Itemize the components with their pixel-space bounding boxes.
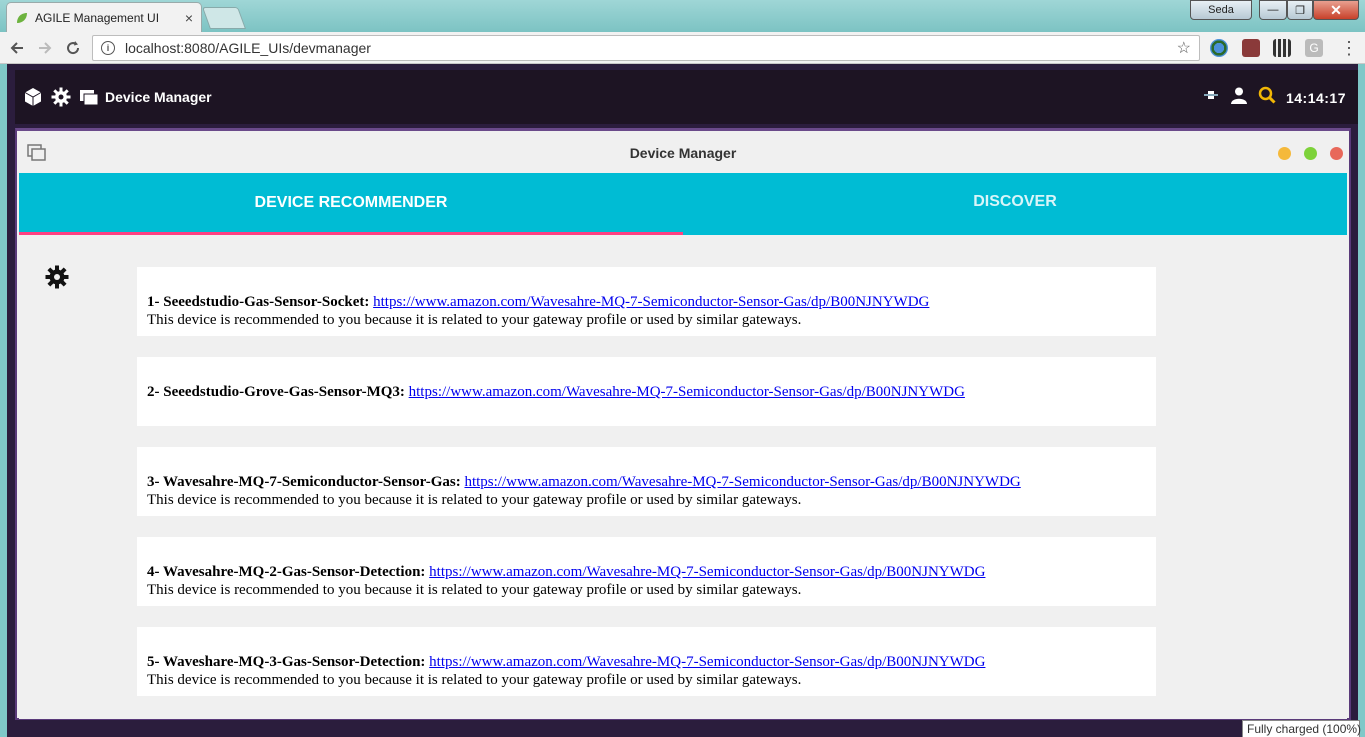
recommendation-reason: This device is recommended to you becaus… [147, 492, 802, 508]
close-icon: ✕ [1330, 1, 1342, 18]
window-icon [27, 144, 46, 161]
user-icon[interactable] [1230, 86, 1248, 109]
window-title: Device Manager [629, 145, 737, 161]
user-badge-label: Seda [1208, 4, 1234, 16]
device-name: 2- Seeedstudio-Grove-Gas-Sensor-MQ3: [147, 384, 405, 400]
globe-extension-icon[interactable] [1210, 39, 1228, 57]
maximize-icon: ❐ [1295, 4, 1305, 17]
tab-label: DISCOVER [973, 193, 1057, 210]
leaf-icon [17, 12, 27, 23]
info-icon[interactable]: i [101, 41, 115, 55]
window-header[interactable]: Device Manager [17, 131, 1349, 175]
gear-icon[interactable] [51, 87, 71, 107]
recommendation-card: 2- Seeedstudio-Grove-Gas-Sensor-MQ3: htt… [137, 357, 1156, 426]
minimize-button[interactable]: — [1259, 0, 1287, 20]
device-name: 4- Wavesahre-MQ-2-Gas-Sensor-Detection: [147, 564, 426, 580]
back-arrow-icon[interactable] [6, 37, 28, 59]
recommender-content: 1- Seeedstudio-Gas-Sensor-Socket: https:… [19, 235, 1347, 719]
close-dot-icon[interactable] [1330, 147, 1343, 160]
tab-discover[interactable]: DISCOVER [683, 173, 1347, 235]
address-url: localhost:8080/AGILE_UIs/devmanager [125, 40, 371, 56]
recommendation-card: 1- Seeedstudio-Gas-Sensor-Socket: https:… [137, 267, 1156, 336]
network-icon[interactable] [1202, 86, 1220, 109]
topbar-status: 14:14:17 [1202, 86, 1346, 109]
recommendation-reason: This device is recommended to you becaus… [147, 582, 802, 598]
reload-icon[interactable] [62, 37, 84, 59]
recommendation-card: 4- Wavesahre-MQ-2-Gas-Sensor-Detection: … [137, 537, 1156, 606]
forward-arrow-icon[interactable] [34, 37, 56, 59]
device-link[interactable]: https://www.amazon.com/Wavesahre-MQ-7-Se… [409, 384, 965, 400]
minimize-icon: — [1267, 4, 1279, 16]
battery-tooltip: Fully charged (100%) [1242, 720, 1361, 737]
browser-toolbar: i localhost:8080/AGILE_UIs/devmanager ☆ … [0, 32, 1365, 64]
tab-device-recommender[interactable]: DEVICE RECOMMENDER [19, 173, 683, 235]
maximize-button[interactable]: ❐ [1287, 0, 1313, 20]
user-badge[interactable]: Seda [1190, 0, 1252, 20]
recommendation-card: 5- Waveshare-MQ-3-Gas-Sensor-Detection: … [137, 627, 1156, 696]
maximize-dot-icon[interactable] [1304, 147, 1317, 160]
browser-titlebar: AGILE Management UI × Seda — ❐ ✕ [0, 0, 1365, 32]
tab-close-icon[interactable]: × [185, 10, 193, 26]
device-manager-window: Device Manager DEVICE RECOMMENDER DISCOV… [15, 128, 1351, 720]
address-bar[interactable]: i localhost:8080/AGILE_UIs/devmanager ☆ [92, 35, 1200, 61]
device-name: 3- Wavesahre-MQ-7-Semiconductor-Sensor-G… [147, 474, 461, 490]
device-link[interactable]: https://www.amazon.com/Wavesahre-MQ-7-Se… [429, 654, 985, 670]
new-tab-button[interactable] [201, 7, 247, 29]
device-link[interactable]: https://www.amazon.com/Wavesahre-MQ-7-Se… [429, 564, 985, 580]
device-link[interactable]: https://www.amazon.com/Wavesahre-MQ-7-Se… [373, 294, 929, 310]
g-extension-icon[interactable]: G [1305, 39, 1323, 57]
settings-icon[interactable] [45, 265, 69, 289]
tab-title: AGILE Management UI [35, 10, 160, 25]
app-topbar: Device Manager 14:14:17 [15, 70, 1358, 124]
flag-extension-icon[interactable] [1242, 39, 1260, 57]
recommendation-reason: This device is recommended to you becaus… [147, 312, 802, 328]
cube-icon[interactable] [23, 87, 43, 107]
app-title: Device Manager [105, 89, 212, 105]
film-extension-icon[interactable] [1273, 39, 1291, 57]
devices-icon[interactable] [79, 87, 99, 107]
browser-menu-icon[interactable]: ⋮ [1340, 38, 1358, 58]
device-name: 5- Waveshare-MQ-3-Gas-Sensor-Detection: [147, 654, 426, 670]
close-window-button[interactable]: ✕ [1313, 0, 1359, 20]
clock: 14:14:17 [1285, 89, 1346, 106]
window-controls [1278, 147, 1343, 160]
tab-bar: DEVICE RECOMMENDER DISCOVER [19, 173, 1347, 235]
device-link[interactable]: https://www.amazon.com/Wavesahre-MQ-7-Se… [464, 474, 1020, 490]
tab-label: DEVICE RECOMMENDER [254, 193, 448, 211]
browser-tab[interactable]: AGILE Management UI × [6, 2, 202, 32]
recommendation-reason: This device is recommended to you becaus… [147, 672, 802, 688]
recommendation-card: 3- Wavesahre-MQ-7-Semiconductor-Sensor-G… [137, 447, 1156, 516]
device-name: 1- Seeedstudio-Gas-Sensor-Socket: [147, 294, 370, 310]
minimize-dot-icon[interactable] [1278, 147, 1291, 160]
search-icon[interactable] [1258, 86, 1276, 109]
star-icon[interactable]: ☆ [1177, 38, 1191, 58]
